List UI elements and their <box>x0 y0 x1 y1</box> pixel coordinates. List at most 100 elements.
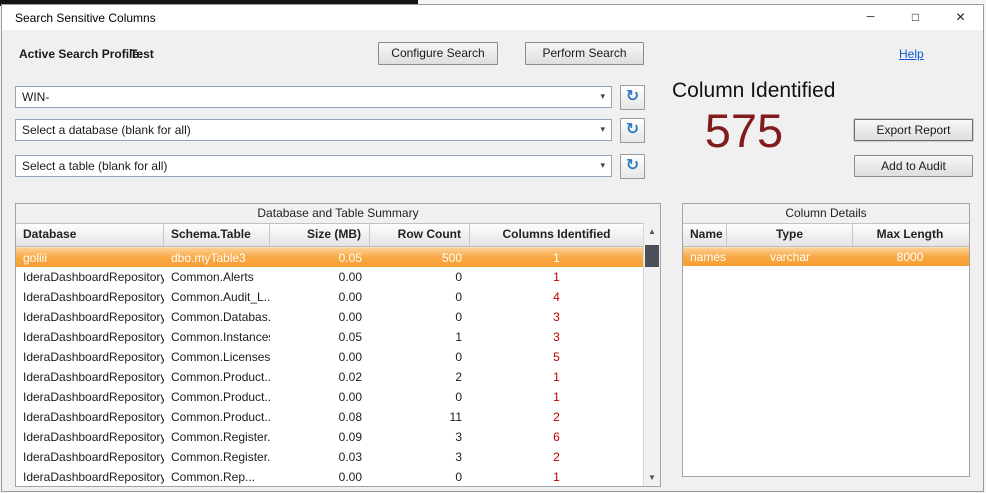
database-cell: IderaDashboardRepository <box>16 387 164 407</box>
schema-table-cell: Common.Register... <box>164 427 270 447</box>
column-header-schema-table[interactable]: Schema.Table <box>164 224 270 246</box>
summary-table-header: Database Schema.Table Size (MB) Row Coun… <box>16 223 643 247</box>
size-cell: 0.00 <box>270 387 370 407</box>
scrollbar-thumb[interactable] <box>645 245 659 267</box>
row-count-cell: 0 <box>370 287 470 307</box>
table-row[interactable]: IderaDashboardRepositoryCommon.Register.… <box>16 427 643 447</box>
table-row[interactable]: IderaDashboardRepositoryCommon.Audit_L..… <box>16 287 643 307</box>
columns-identified-cell: 1 <box>470 387 643 407</box>
summary-panel-title: Database and Table Summary <box>16 204 660 223</box>
columns-identified-cell: 1 <box>470 467 643 486</box>
database-select[interactable]: Select a database (blank for all) ▾ <box>15 119 612 141</box>
schema-table-cell: Common.Instances <box>164 327 270 347</box>
database-cell: IderaDashboardRepository <box>16 307 164 327</box>
max-length-cell: 8000 <box>853 248 967 266</box>
refresh-icon: ↻ <box>621 86 644 108</box>
database-cell: IderaDashboardRepository <box>16 327 164 347</box>
schema-table-cell: Common.Product... <box>164 387 270 407</box>
schema-table-cell: Common.Audit_L... <box>164 287 270 307</box>
help-link[interactable]: Help <box>899 47 924 61</box>
database-table-summary-panel: Database and Table Summary Database Sche… <box>15 203 661 487</box>
row-count-cell: 1 <box>370 327 470 347</box>
column-header-database[interactable]: Database <box>16 224 164 246</box>
table-select[interactable]: Select a table (blank for all) ▾ <box>15 155 612 177</box>
row-count-cell: 11 <box>370 407 470 427</box>
table-row[interactable]: IderaDashboardRepositoryCommon.Databas..… <box>16 307 643 327</box>
column-header-columns-identified[interactable]: Columns Identified <box>470 224 643 246</box>
refresh-database-button[interactable]: ↻ <box>620 118 645 143</box>
refresh-table-button[interactable]: ↻ <box>620 154 645 179</box>
refresh-server-button[interactable]: ↻ <box>620 85 645 110</box>
database-cell: IderaDashboardRepository <box>16 467 164 486</box>
size-cell: 0.00 <box>270 307 370 327</box>
columns-identified-cell: 2 <box>470 407 643 427</box>
database-cell: IderaDashboardRepository <box>16 267 164 287</box>
table-row[interactable]: IderaDashboardRepositoryCommon.Alerts0.0… <box>16 267 643 287</box>
column-header-size[interactable]: Size (MB) <box>270 224 370 246</box>
perform-search-button[interactable]: Perform Search <box>525 42 644 65</box>
summary-table-body: goliiidbo.myTable30.055001IderaDashboard… <box>16 247 643 486</box>
column-header-type[interactable]: Type <box>727 224 853 246</box>
size-cell: 0.00 <box>270 267 370 287</box>
columns-identified-cell: 1 <box>470 367 643 387</box>
table-row[interactable]: IderaDashboardRepositoryCommon.Rep...0.0… <box>16 467 643 486</box>
row-count-cell: 0 <box>370 307 470 327</box>
server-select-value: WIN- <box>22 90 49 104</box>
table-row[interactable]: namesvarchar8000 <box>683 247 969 266</box>
size-cell: 0.08 <box>270 407 370 427</box>
window-title: Search Sensitive Columns <box>15 11 156 25</box>
columns-identified-cell: 1 <box>470 267 643 287</box>
chevron-down-icon: ▾ <box>600 160 605 171</box>
active-search-profile-label: Active Search Profile: <box>19 47 143 61</box>
column-header-max-length[interactable]: Max Length <box>853 224 967 246</box>
column-header-name[interactable]: Name <box>683 224 727 246</box>
columns-identified-cell: 2 <box>470 447 643 467</box>
table-row[interactable]: goliiidbo.myTable30.055001 <box>16 247 643 267</box>
table-row[interactable]: IderaDashboardRepositoryCommon.Licenses0… <box>16 347 643 367</box>
size-cell: 0.00 <box>270 467 370 486</box>
column-identified-heading: Column Identified <box>672 79 835 103</box>
size-cell: 0.05 <box>270 248 370 267</box>
details-table-body: namesvarchar8000 <box>683 247 969 476</box>
configure-search-button[interactable]: Configure Search <box>378 42 498 65</box>
minimize-icon[interactable]: ─ <box>848 5 893 30</box>
refresh-icon: ↻ <box>621 119 644 141</box>
columns-identified-cell: 4 <box>470 287 643 307</box>
database-cell: IderaDashboardRepository <box>16 287 164 307</box>
schema-table-cell: Common.Licenses <box>164 347 270 367</box>
row-count-cell: 0 <box>370 467 470 486</box>
maximize-icon[interactable]: □ <box>893 5 938 30</box>
size-cell: 0.09 <box>270 427 370 447</box>
server-select[interactable]: WIN- ▾ <box>15 86 612 108</box>
scroll-up-icon[interactable]: ▲ <box>644 223 660 240</box>
size-cell: 0.00 <box>270 347 370 367</box>
database-cell: goliii <box>16 248 164 267</box>
table-row[interactable]: IderaDashboardRepositoryCommon.Product..… <box>16 407 643 427</box>
schema-table-cell: dbo.myTable3 <box>164 248 270 267</box>
database-cell: IderaDashboardRepository <box>16 427 164 447</box>
table-row[interactable]: IderaDashboardRepositoryCommon.Instances… <box>16 327 643 347</box>
row-count-cell: 0 <box>370 387 470 407</box>
close-icon[interactable]: × <box>938 5 983 30</box>
scroll-down-icon[interactable]: ▼ <box>644 469 660 486</box>
active-search-profile-value: Test <box>130 47 154 61</box>
table-select-value: Select a table (blank for all) <box>22 159 167 173</box>
table-row[interactable]: IderaDashboardRepositoryCommon.Product..… <box>16 367 643 387</box>
chevron-down-icon: ▾ <box>600 91 605 102</box>
titlebar: Search Sensitive Columns ─ □ × <box>2 5 983 30</box>
schema-table-cell: Common.Alerts <box>164 267 270 287</box>
add-to-audit-button[interactable]: Add to Audit <box>854 155 973 177</box>
column-header-row-count[interactable]: Row Count <box>370 224 470 246</box>
database-cell: IderaDashboardRepository <box>16 367 164 387</box>
row-count-cell: 3 <box>370 427 470 447</box>
details-table-header: Name Type Max Length <box>683 223 969 247</box>
vertical-scrollbar[interactable]: ▲ ▼ <box>643 223 660 486</box>
table-row[interactable]: IderaDashboardRepositoryCommon.Product..… <box>16 387 643 407</box>
column-type-cell: varchar <box>727 248 853 266</box>
columns-identified-cell: 1 <box>470 248 643 267</box>
column-details-panel: Column Details Name Type Max Length name… <box>682 203 970 477</box>
export-report-button[interactable]: Export Report <box>854 119 973 141</box>
size-cell: 0.03 <box>270 447 370 467</box>
table-row[interactable]: IderaDashboardRepositoryCommon.Register.… <box>16 447 643 467</box>
details-panel-title: Column Details <box>683 204 969 223</box>
